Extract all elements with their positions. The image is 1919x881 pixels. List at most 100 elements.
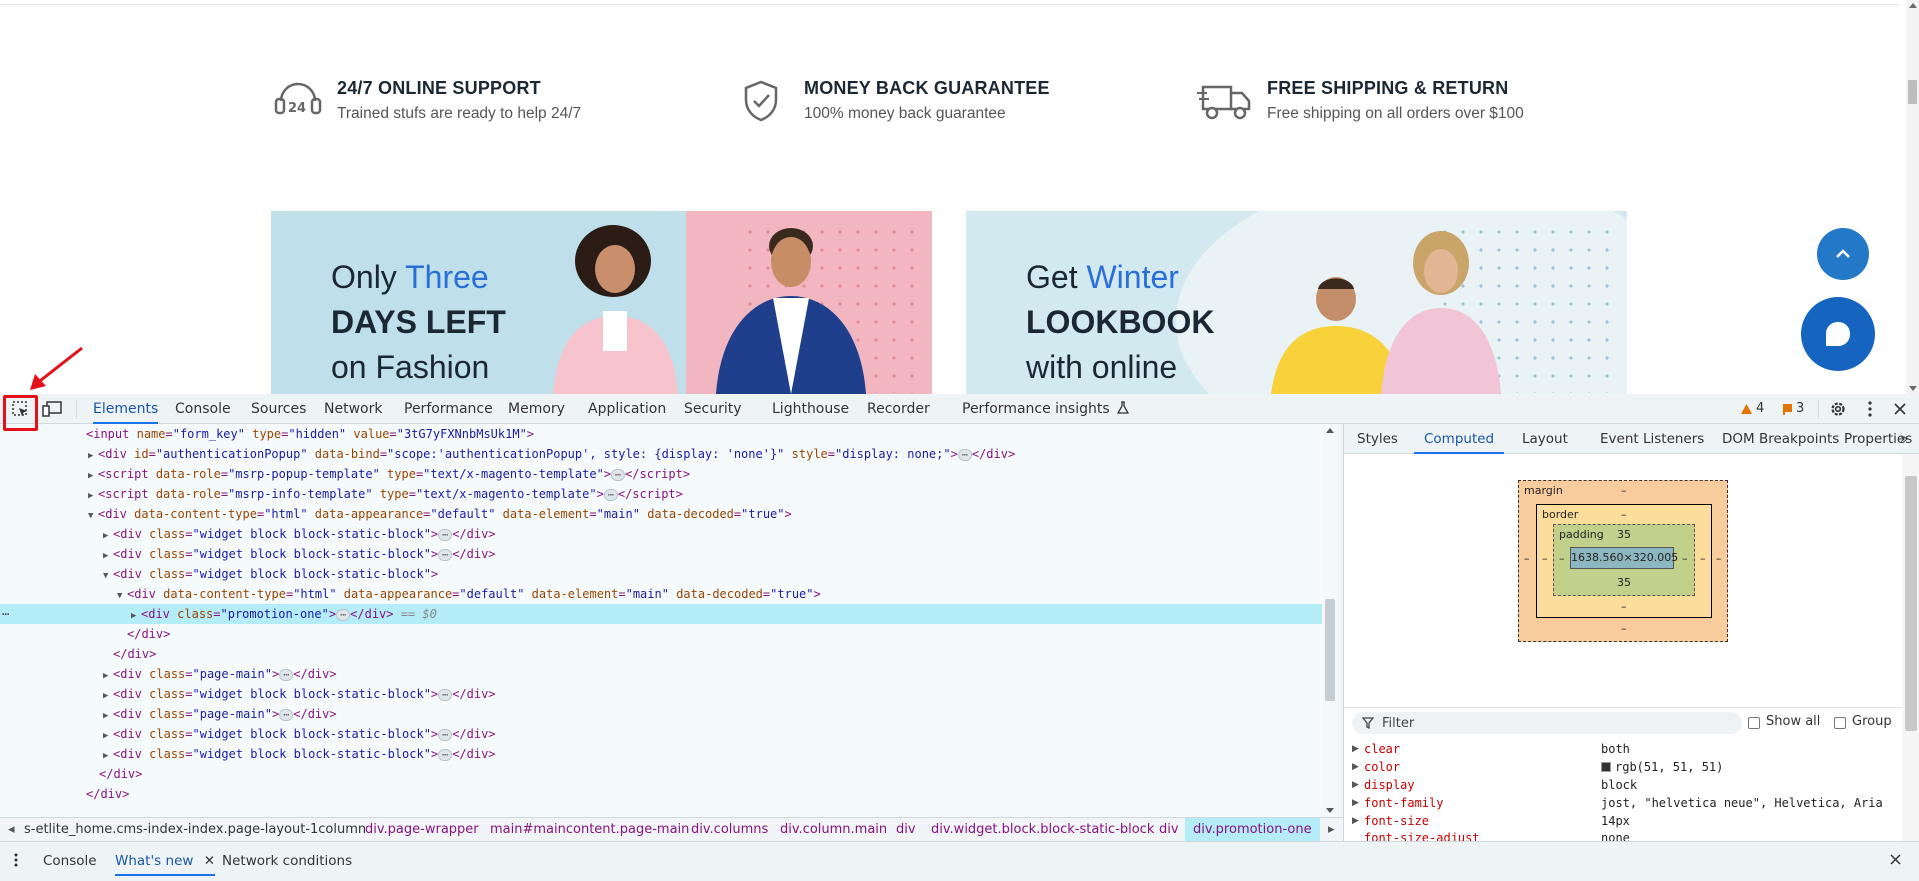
filter-input[interactable]: Filter bbox=[1352, 712, 1742, 734]
tab-network[interactable]: Network bbox=[324, 394, 382, 424]
tab-elements[interactable]: Elements bbox=[93, 394, 159, 424]
color-swatch[interactable] bbox=[1601, 762, 1611, 772]
tab-event-listeners[interactable]: Event Listeners bbox=[1600, 424, 1704, 454]
dom-node[interactable]: ▶ <div class="widget block block-static-b… bbox=[0, 684, 1322, 704]
computed-property-row[interactable]: ▶ font-size 14px bbox=[1344, 812, 1902, 830]
box-model-margin-left[interactable]: – bbox=[1524, 552, 1530, 565]
box-model-margin-right[interactable]: – bbox=[1716, 552, 1722, 565]
dom-node[interactable]: ▶ <div class="page-main"> ⋯ </div> bbox=[0, 664, 1322, 684]
breadcrumb-item[interactable]: div.column.main bbox=[780, 818, 887, 842]
dom-node[interactable]: ▼ <div data-content-type="html" data-appe… bbox=[0, 504, 1322, 524]
elements-dom-tree[interactable]: <input name="form_key" type="hidden" val… bbox=[0, 424, 1326, 817]
node-actions-icon[interactable]: ⋯ bbox=[2, 604, 9, 624]
dom-node[interactable]: ▶ <div id="authenticationPopup" data-bind… bbox=[0, 444, 1322, 464]
box-model-padding-right[interactable]: – bbox=[1682, 552, 1688, 565]
tab-security[interactable]: Security bbox=[684, 394, 742, 424]
box-model-padding-left[interactable]: – bbox=[1559, 552, 1565, 565]
box-model-content[interactable]: 1638.560×320.005 bbox=[1570, 547, 1678, 569]
settings-button[interactable] bbox=[1826, 398, 1850, 420]
dom-node-selected[interactable]: ⋯ ▶ <div class="promotion-one"> ⋯ </div> == … bbox=[0, 604, 1322, 624]
scrollbar-thumb[interactable] bbox=[1325, 599, 1335, 701]
close-drawer-button[interactable] bbox=[1890, 850, 1901, 872]
dom-node[interactable]: ▶ <div class="widget block block-static-b… bbox=[0, 544, 1322, 564]
scroll-to-top-button[interactable] bbox=[1817, 228, 1869, 280]
promo-banner-lookbook[interactable]: Get Winter LOOKBOOK with online bbox=[966, 211, 1627, 394]
elements-scrollbar[interactable] bbox=[1323, 424, 1337, 817]
dom-node[interactable]: ▼ <div class="widget block block-static-b… bbox=[0, 564, 1322, 584]
close-icon[interactable]: ✕ bbox=[204, 853, 215, 869]
dom-node[interactable]: ▶ <div class="widget block block-static-b… bbox=[0, 744, 1322, 764]
dom-node[interactable]: </div> bbox=[0, 624, 1322, 644]
breadcrumb-item[interactable]: main#maincontent.page-main bbox=[490, 818, 689, 842]
computed-property-row[interactable]: ▶ font-family jost, "helvetica neue", Helv… bbox=[1344, 794, 1902, 812]
property-value: both bbox=[1601, 742, 1630, 756]
tab-layout[interactable]: Layout bbox=[1522, 424, 1568, 454]
tab-console[interactable]: Console bbox=[175, 394, 231, 424]
dom-node[interactable]: ▶ <div class="widget block block-static-b… bbox=[0, 524, 1322, 544]
dom-node[interactable]: ▶ <div class="page-main"> ⋯ </div> bbox=[0, 704, 1322, 724]
dom-node[interactable]: ▼ <div data-content-type="html" data-appe… bbox=[0, 584, 1322, 604]
warnings-badge[interactable]: 4 bbox=[1740, 394, 1764, 424]
banner-accent-text: Winter bbox=[1086, 259, 1179, 295]
page-scrollbar[interactable] bbox=[1906, 0, 1919, 394]
group-checkbox[interactable] bbox=[1834, 717, 1846, 729]
tab-sources[interactable]: Sources bbox=[251, 394, 306, 424]
breadcrumb-item[interactable]: div.columns bbox=[691, 818, 768, 842]
tab-recorder[interactable]: Recorder bbox=[867, 394, 930, 424]
dom-node[interactable]: <input name="form_key" type="hidden" val… bbox=[0, 424, 1322, 444]
box-model-margin-top[interactable]: – bbox=[1621, 484, 1627, 497]
close-devtools-button[interactable] bbox=[1888, 398, 1912, 420]
more-tabs-chevron-icon[interactable]: » bbox=[1900, 424, 1908, 454]
breadcrumb-item[interactable]: s-etlite_home.cms-index-index.page-layou… bbox=[24, 818, 366, 842]
dom-node[interactable]: </div> bbox=[0, 784, 1322, 804]
box-model-margin-bottom[interactable]: – bbox=[1621, 622, 1627, 635]
chat-button[interactable] bbox=[1801, 297, 1875, 371]
breadcrumb-item[interactable]: div bbox=[896, 818, 916, 842]
tab-memory[interactable]: Memory bbox=[508, 394, 565, 424]
dom-node[interactable]: ▶ <script data-role="msrp-popup-template"… bbox=[0, 464, 1322, 484]
box-model-border-bottom[interactable]: – bbox=[1621, 600, 1627, 613]
drawer-tab-whats-new[interactable]: What's new ✕ bbox=[115, 850, 216, 876]
styles-scrollbar[interactable] bbox=[1902, 454, 1919, 841]
device-toolbar-button[interactable] bbox=[40, 398, 64, 420]
drawer-tab-console[interactable]: Console bbox=[43, 850, 97, 872]
tab-lighthouse[interactable]: Lighthouse bbox=[772, 394, 849, 424]
issues-badge[interactable]: 3 bbox=[1782, 394, 1804, 424]
show-all-checkbox[interactable] bbox=[1748, 717, 1760, 729]
tab-computed[interactable]: Computed bbox=[1414, 424, 1505, 454]
breadcrumb-scroll-right-icon[interactable]: ▸ bbox=[1328, 818, 1335, 842]
tab-dom-breakpoints[interactable]: DOM Breakpoints bbox=[1722, 424, 1839, 454]
computed-property-row[interactable]: font-size-adjust none bbox=[1344, 829, 1902, 841]
tab-styles[interactable]: Styles bbox=[1357, 424, 1398, 454]
box-model-padding-top[interactable]: 35 bbox=[1617, 528, 1631, 541]
box-model-border-right[interactable]: – bbox=[1700, 552, 1706, 565]
tab-performance-insights[interactable]: Performance insights bbox=[962, 394, 1130, 424]
scrollbar-thumb[interactable] bbox=[1905, 476, 1917, 731]
dom-node[interactable]: </div> bbox=[0, 644, 1322, 664]
box-model-border-top[interactable]: – bbox=[1621, 508, 1627, 521]
more-options-button[interactable] bbox=[1858, 398, 1882, 420]
breadcrumb-item[interactable]: div bbox=[1159, 818, 1179, 842]
breadcrumb-scroll-left-icon[interactable]: ◂ bbox=[8, 818, 15, 842]
breadcrumb-item[interactable]: div.page-wrapper bbox=[365, 818, 479, 842]
box-model-padding-bottom[interactable]: 35 bbox=[1617, 576, 1631, 589]
tab-performance[interactable]: Performance bbox=[404, 394, 493, 424]
tab-application[interactable]: Application bbox=[588, 394, 666, 424]
box-model-border-left[interactable]: – bbox=[1542, 552, 1548, 565]
dom-node[interactable]: ▶ <div class="widget block block-static-b… bbox=[0, 724, 1322, 744]
scroll-down-arrow-icon[interactable] bbox=[1326, 808, 1334, 813]
scrollbar-thumb[interactable] bbox=[1908, 80, 1917, 104]
breadcrumb-item-active[interactable]: div.promotion-one bbox=[1185, 818, 1320, 842]
scroll-up-arrow-icon[interactable] bbox=[1326, 428, 1334, 433]
drawer-menu-button[interactable] bbox=[14, 850, 18, 872]
computed-property-row[interactable]: ▶ clear both bbox=[1344, 740, 1902, 758]
breadcrumb-item[interactable]: div.widget.block.block-static-block bbox=[931, 818, 1154, 842]
drawer-tab-network-conditions[interactable]: Network conditions bbox=[222, 850, 352, 872]
promo-banner-fashion[interactable]: Only Three DAYS LEFT on Fashion bbox=[271, 211, 932, 394]
scroll-up-arrow-icon[interactable] bbox=[1909, 3, 1917, 8]
dom-node[interactable]: </div> bbox=[0, 764, 1322, 784]
dom-node[interactable]: ▶ <script data-role="msrp-info-template" … bbox=[0, 484, 1322, 504]
scroll-down-arrow-icon[interactable] bbox=[1909, 386, 1917, 391]
computed-property-row[interactable]: ▶ display block bbox=[1344, 776, 1902, 794]
computed-property-row[interactable]: ▶ color rgb(51, 51, 51) bbox=[1344, 758, 1902, 776]
